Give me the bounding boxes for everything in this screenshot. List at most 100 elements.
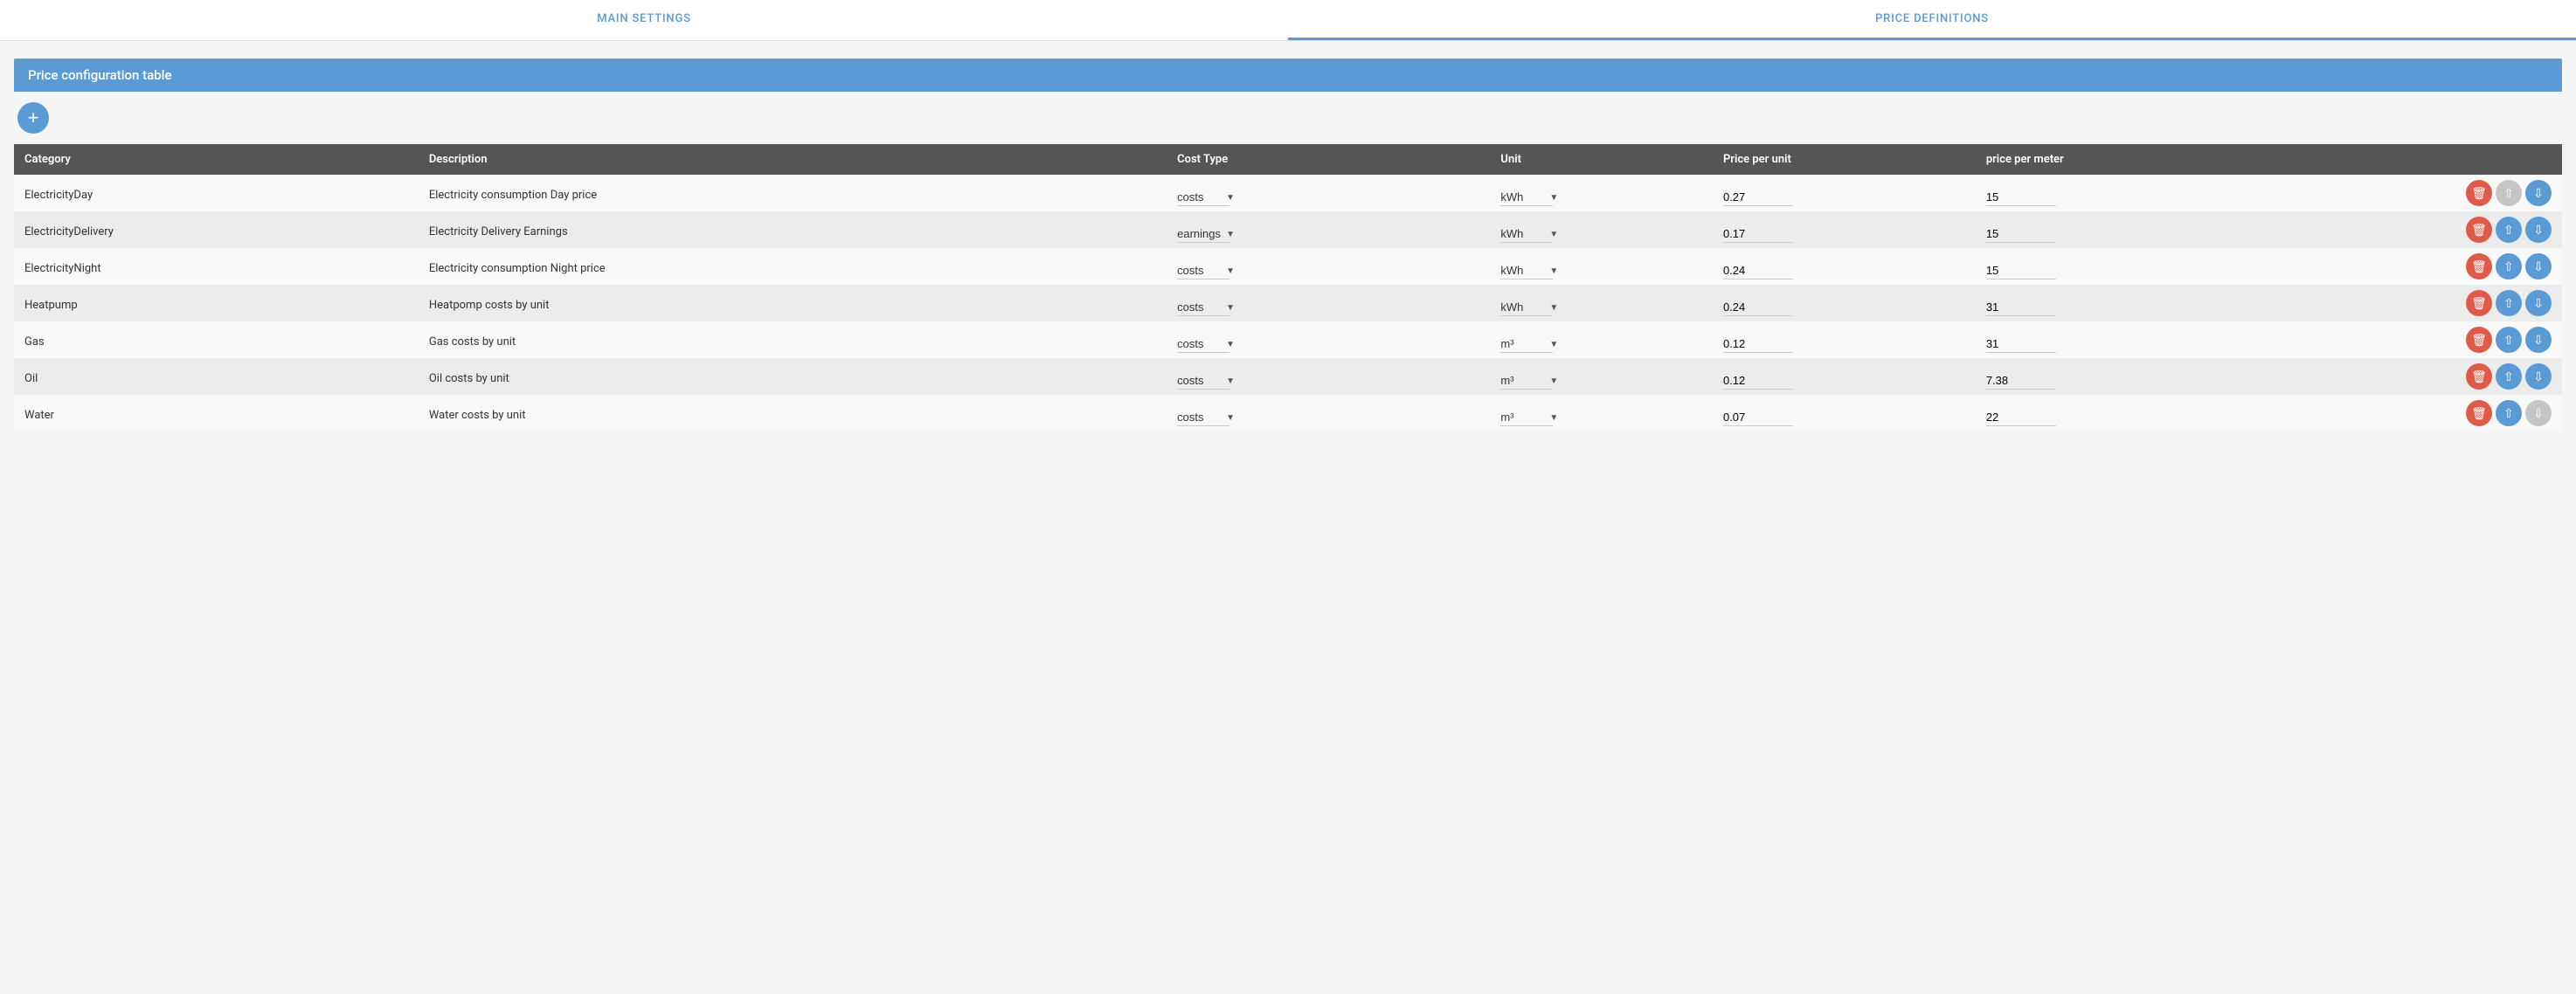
cell-price-per-unit[interactable]	[1713, 175, 1976, 211]
price-per-meter-input[interactable]	[1986, 225, 2056, 243]
move-up-button[interactable]: ⇧	[2496, 290, 2522, 316]
move-up-button[interactable]: ⇧	[2496, 253, 2522, 280]
cell-unit[interactable]: kWhm³m²L▼	[1490, 248, 1713, 285]
cell-price-per-meter[interactable]	[1976, 285, 2299, 321]
cell-description: Oil costs by unit	[419, 358, 1167, 395]
move-down-button[interactable]: ⇩	[2525, 290, 2552, 316]
cell-unit[interactable]: kWhm³m²L▼	[1490, 175, 1713, 211]
price-per-unit-input[interactable]	[1723, 189, 1793, 206]
tab-price-definitions[interactable]: PRICE DEFINITIONS	[1288, 0, 2576, 40]
move-up-button[interactable]: ⇧	[2496, 327, 2522, 353]
col-header-description: Description	[419, 144, 1167, 175]
cell-cost-type[interactable]: costsearnings▼	[1167, 211, 1490, 248]
cell-actions: 🗑⇧⇩	[2299, 358, 2562, 395]
delete-button[interactable]: 🗑	[2466, 180, 2492, 206]
unit-select[interactable]: kWhm³m²L	[1500, 225, 1553, 243]
add-row-container: +	[14, 92, 2562, 144]
cost-type-select[interactable]: costsearnings	[1177, 189, 1229, 206]
add-row-button[interactable]: +	[17, 102, 49, 134]
page-content: Price configuration table + Category Des…	[0, 41, 2576, 449]
move-up-button[interactable]: ⇧	[2496, 217, 2522, 243]
unit-select[interactable]: kWhm³m²L	[1500, 372, 1553, 390]
delete-button[interactable]: 🗑	[2466, 217, 2492, 243]
price-per-meter-input[interactable]	[1986, 262, 2056, 280]
move-up-button: ⇧	[2496, 180, 2522, 206]
cell-cost-type[interactable]: costsearnings▼	[1167, 321, 1490, 358]
cell-price-per-meter[interactable]	[1976, 211, 2299, 248]
cost-type-select[interactable]: costsearnings	[1177, 335, 1229, 353]
table-row: GasGas costs by unitcostsearnings▼kWhm³m…	[14, 321, 2562, 358]
unit-select[interactable]: kWhm³m²L	[1500, 299, 1553, 316]
cell-price-per-unit[interactable]	[1713, 211, 1976, 248]
table-row: WaterWater costs by unitcostsearnings▼kW…	[14, 395, 2562, 431]
cell-price-per-meter[interactable]	[1976, 395, 2299, 431]
cell-actions: 🗑⇧⇩	[2299, 285, 2562, 321]
cell-category: ElectricityDay	[14, 175, 419, 211]
cell-unit[interactable]: kWhm³m²L▼	[1490, 211, 1713, 248]
cell-price-per-meter[interactable]	[1976, 358, 2299, 395]
price-per-meter-input[interactable]	[1986, 372, 2056, 390]
unit-select[interactable]: kWhm³m²L	[1500, 335, 1553, 353]
tab-bar: MAIN SETTINGS PRICE DEFINITIONS	[0, 0, 2576, 41]
cell-cost-type[interactable]: costsearnings▼	[1167, 248, 1490, 285]
move-down-button[interactable]: ⇩	[2525, 253, 2552, 280]
cell-cost-type[interactable]: costsearnings▼	[1167, 358, 1490, 395]
cost-type-select[interactable]: costsearnings	[1177, 372, 1229, 390]
cell-category: ElectricityDelivery	[14, 211, 419, 248]
cell-category: ElectricityNight	[14, 248, 419, 285]
move-down-button[interactable]: ⇩	[2525, 217, 2552, 243]
cell-price-per-meter[interactable]	[1976, 321, 2299, 358]
cell-unit[interactable]: kWhm³m²L▼	[1490, 321, 1713, 358]
table-header-row: Category Description Cost Type Unit Pric…	[14, 144, 2562, 175]
delete-button[interactable]: 🗑	[2466, 400, 2492, 426]
price-per-unit-input[interactable]	[1723, 225, 1793, 243]
move-down-button[interactable]: ⇩	[2525, 363, 2552, 390]
price-per-unit-input[interactable]	[1723, 335, 1793, 353]
unit-select[interactable]: kWhm³m²L	[1500, 409, 1553, 426]
cost-type-select[interactable]: costsearnings	[1177, 262, 1229, 280]
col-header-cost-type: Cost Type	[1167, 144, 1490, 175]
cost-type-select[interactable]: costsearnings	[1177, 299, 1229, 316]
move-down-button[interactable]: ⇩	[2525, 327, 2552, 353]
delete-button[interactable]: 🗑	[2466, 290, 2492, 316]
cell-actions: 🗑⇧⇩	[2299, 211, 2562, 248]
cell-unit[interactable]: kWhm³m²L▼	[1490, 395, 1713, 431]
cell-unit[interactable]: kWhm³m²L▼	[1490, 285, 1713, 321]
move-up-button[interactable]: ⇧	[2496, 400, 2522, 426]
col-header-category: Category	[14, 144, 419, 175]
cell-description: Electricity consumption Night price	[419, 248, 1167, 285]
delete-button[interactable]: 🗑	[2466, 327, 2492, 353]
col-header-actions	[2299, 144, 2562, 175]
unit-select[interactable]: kWhm³m²L	[1500, 189, 1553, 206]
cell-price-per-meter[interactable]	[1976, 248, 2299, 285]
cell-unit[interactable]: kWhm³m²L▼	[1490, 358, 1713, 395]
price-per-meter-input[interactable]	[1986, 299, 2056, 316]
cell-description: Electricity consumption Day price	[419, 175, 1167, 211]
delete-button[interactable]: 🗑	[2466, 363, 2492, 390]
cell-cost-type[interactable]: costsearnings▼	[1167, 175, 1490, 211]
cost-type-select[interactable]: costsearnings	[1177, 225, 1229, 243]
price-per-unit-input[interactable]	[1723, 299, 1793, 316]
move-down-button[interactable]: ⇩	[2525, 180, 2552, 206]
unit-select[interactable]: kWhm³m²L	[1500, 262, 1553, 280]
price-per-unit-input[interactable]	[1723, 372, 1793, 390]
cell-price-per-unit[interactable]	[1713, 248, 1976, 285]
tab-main-settings[interactable]: MAIN SETTINGS	[0, 0, 1288, 40]
price-per-meter-input[interactable]	[1986, 409, 2056, 426]
cell-cost-type[interactable]: costsearnings▼	[1167, 395, 1490, 431]
price-per-unit-input[interactable]	[1723, 262, 1793, 280]
cell-price-per-unit[interactable]	[1713, 395, 1976, 431]
cell-price-per-meter[interactable]	[1976, 175, 2299, 211]
price-per-unit-input[interactable]	[1723, 409, 1793, 426]
cell-price-per-unit[interactable]	[1713, 285, 1976, 321]
cell-cost-type[interactable]: costsearnings▼	[1167, 285, 1490, 321]
cost-type-select[interactable]: costsearnings	[1177, 409, 1229, 426]
cell-category: Water	[14, 395, 419, 431]
price-per-meter-input[interactable]	[1986, 189, 2056, 206]
delete-button[interactable]: 🗑	[2466, 253, 2492, 280]
cell-price-per-unit[interactable]	[1713, 321, 1976, 358]
cell-price-per-unit[interactable]	[1713, 358, 1976, 395]
move-up-button[interactable]: ⇧	[2496, 363, 2522, 390]
price-per-meter-input[interactable]	[1986, 335, 2056, 353]
cell-actions: 🗑⇧⇩	[2299, 248, 2562, 285]
